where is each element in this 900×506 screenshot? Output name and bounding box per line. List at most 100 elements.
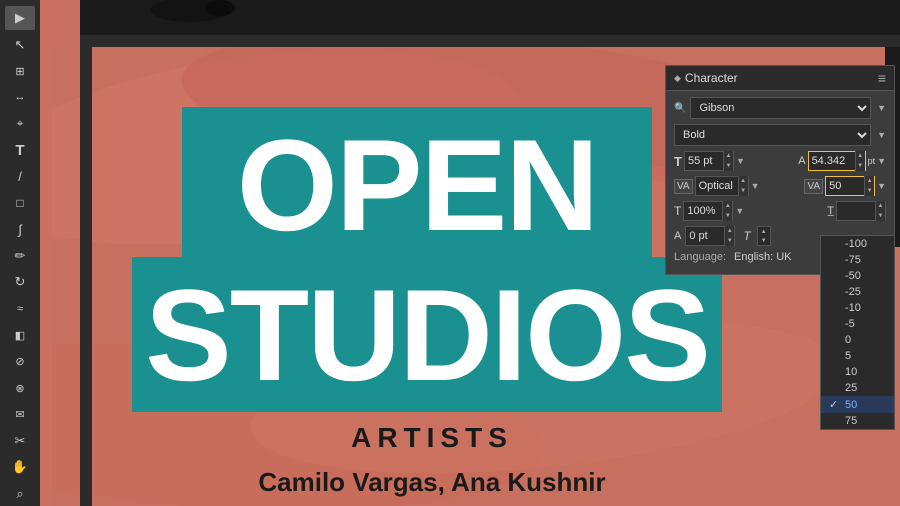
hand-tool[interactable]: ✋ — [5, 455, 35, 479]
gradient-tool[interactable]: ◧ — [5, 323, 35, 347]
selection-tool[interactable]: ▶ — [5, 6, 35, 30]
open-text: OPEN — [237, 120, 597, 250]
kerning-type-arrow[interactable]: ▼ — [751, 181, 760, 191]
panel-title: ◆ Character — [674, 71, 738, 85]
tracking-option--100[interactable]: -100 — [821, 236, 894, 252]
tracking-group: VA ▲ ▼ ▼ — [804, 176, 886, 196]
left-toolbar: ▶ ↖ ⊞ ↔ ⌖ T / □ ∫ ✏ ↻ ≈ ◧ ⊘ ⊗ ✉ ✂ ✋ ⌕ — [0, 0, 40, 506]
tracking-input[interactable] — [826, 180, 864, 192]
type-tool[interactable]: T — [5, 138, 35, 162]
hscale-down[interactable]: ▼ — [875, 211, 885, 221]
font-size-leading-row: T ▲ ▼ ▼ A ▲ ▼ — [674, 151, 886, 171]
vscale-arrow[interactable]: ▼ — [735, 206, 744, 216]
tracking-down[interactable]: ▼ — [864, 186, 874, 196]
tracking-option--10[interactable]: -10 — [821, 300, 894, 316]
diamond-icon: ◆ — [674, 73, 681, 84]
scissors-tool[interactable]: ✂ — [5, 429, 35, 453]
leading-arrow[interactable]: ▼ — [877, 156, 886, 166]
blend-tool[interactable]: ⊗ — [5, 376, 35, 400]
kerning-type-group: VA ▲ ▼ ▼ — [674, 176, 760, 196]
leading-group: A ▲ ▼ pt ▼ — [798, 151, 886, 171]
tracking-field[interactable]: ▲ ▼ — [825, 176, 875, 196]
tracking-dropdown: -100 -75 -50 -25 -10 -5 0 5 10 25 ✓ 50 — [820, 235, 895, 430]
vscale-input[interactable] — [684, 205, 722, 217]
ruler-left — [80, 0, 92, 506]
direct-selection-tool[interactable]: ↖ — [5, 32, 35, 56]
character-panel-label: Character — [685, 71, 738, 85]
top-bar — [80, 0, 900, 35]
leading-unit: pt — [868, 156, 876, 166]
names-text: Camilo Vargas, Ana Kushnir — [132, 467, 732, 498]
vscale-field[interactable]: ▲ ▼ — [683, 201, 733, 221]
font-style-select[interactable]: Bold — [674, 124, 871, 146]
transform-tool[interactable]: ↔ — [5, 85, 35, 109]
vscale-down[interactable]: ▼ — [722, 211, 732, 221]
warp-tool[interactable]: ≈ — [5, 297, 35, 321]
kerning-icon: VA — [674, 179, 693, 194]
tracking-option-0[interactable]: 0 — [821, 332, 894, 348]
font-size-arrow[interactable]: ▼ — [736, 156, 745, 166]
pencil-tool[interactable]: ✏ — [5, 244, 35, 268]
kerning-type-down[interactable]: ▼ — [738, 186, 748, 196]
font-size-field[interactable]: ▲ ▼ — [684, 151, 734, 171]
zoom-tool[interactable]: ⌕ — [5, 482, 35, 506]
leading-down[interactable]: ▼ — [855, 161, 865, 171]
rotate-tool[interactable]: ↻ — [5, 270, 35, 294]
font-size-up[interactable]: ▲ — [723, 151, 733, 161]
shape-tool[interactable]: □ — [5, 191, 35, 215]
tracking-icon: VA — [804, 179, 823, 194]
eyedropper-tool[interactable]: ⊘ — [5, 349, 35, 373]
tracking-option-75[interactable]: 75 — [821, 413, 894, 429]
font-style-row: Bold ▼ — [674, 124, 886, 146]
font-family-select[interactable]: Gibson — [690, 97, 871, 119]
envelope-tool[interactable]: ✉ — [5, 402, 35, 426]
hscale-up[interactable]: ▲ — [875, 201, 885, 211]
tracking-option--5[interactable]: -5 — [821, 316, 894, 332]
studios-text: STUDIOS — [145, 270, 709, 400]
kerning-type-input[interactable] — [696, 180, 738, 192]
language-value: English: UK — [734, 251, 791, 263]
baseline-down[interactable]: ▼ — [724, 236, 734, 246]
font-family-arrow: ▼ — [877, 103, 886, 113]
baseline-input[interactable] — [686, 230, 724, 242]
ruler-top — [80, 35, 900, 47]
italic-stepper: ▲ ▼ — [757, 226, 771, 246]
font-style-arrow: ▼ — [877, 130, 886, 140]
line-tool[interactable]: / — [5, 165, 35, 189]
search-icon: 🔍 — [674, 103, 686, 114]
font-size-input[interactable] — [685, 155, 723, 167]
hscale-input[interactable] — [837, 205, 875, 217]
open-block: OPEN — [182, 107, 652, 262]
font-size-down[interactable]: ▼ — [723, 161, 733, 171]
kerning-row: VA ▲ ▼ ▼ VA ▲ ▼ — [674, 176, 886, 196]
baseline-field[interactable]: ▲ ▼ — [685, 226, 735, 246]
lasso-tool[interactable]: ⌖ — [5, 112, 35, 136]
hscale-field[interactable]: ▲ ▼ — [836, 201, 886, 221]
baseline-up[interactable]: ▲ — [724, 226, 734, 236]
paintbrush-tool[interactable]: ∫ — [5, 217, 35, 241]
panel-header: ◆ Character ≡ — [666, 66, 894, 91]
tracking-option--50[interactable]: -50 — [821, 268, 894, 284]
kerning-type-field[interactable]: ▲ ▼ — [695, 176, 749, 196]
tracking-option-25[interactable]: 25 — [821, 380, 894, 396]
tracking-option-10[interactable]: 10 — [821, 364, 894, 380]
hscale-group: T̲ ▲ ▼ — [827, 201, 886, 221]
panel-menu-icon[interactable]: ≡ — [878, 70, 886, 86]
vscale-icon: T — [674, 204, 681, 218]
leading-up[interactable]: ▲ — [855, 151, 865, 161]
tracking-option--25[interactable]: -25 — [821, 284, 894, 300]
leading-input[interactable] — [809, 155, 855, 167]
scale-row: T ▲ ▼ ▼ T̲ ▲ ▼ — [674, 201, 886, 221]
artboard-tool[interactable]: ⊞ — [5, 59, 35, 83]
tracking-arrow[interactable]: ▼ — [877, 181, 886, 191]
artists-text: ARTISTS — [132, 422, 732, 454]
leading-field[interactable]: ▲ ▼ — [808, 151, 866, 171]
kerning-type-up[interactable]: ▲ — [738, 176, 748, 186]
italic-icon: T — [743, 229, 750, 243]
tracking-option-50[interactable]: ✓ 50 — [821, 396, 894, 413]
tracking-option-5[interactable]: 5 — [821, 348, 894, 364]
leading-icon: A — [798, 155, 805, 167]
vscale-up[interactable]: ▲ — [722, 201, 732, 211]
tracking-up[interactable]: ▲ — [864, 176, 874, 186]
tracking-option--75[interactable]: -75 — [821, 252, 894, 268]
